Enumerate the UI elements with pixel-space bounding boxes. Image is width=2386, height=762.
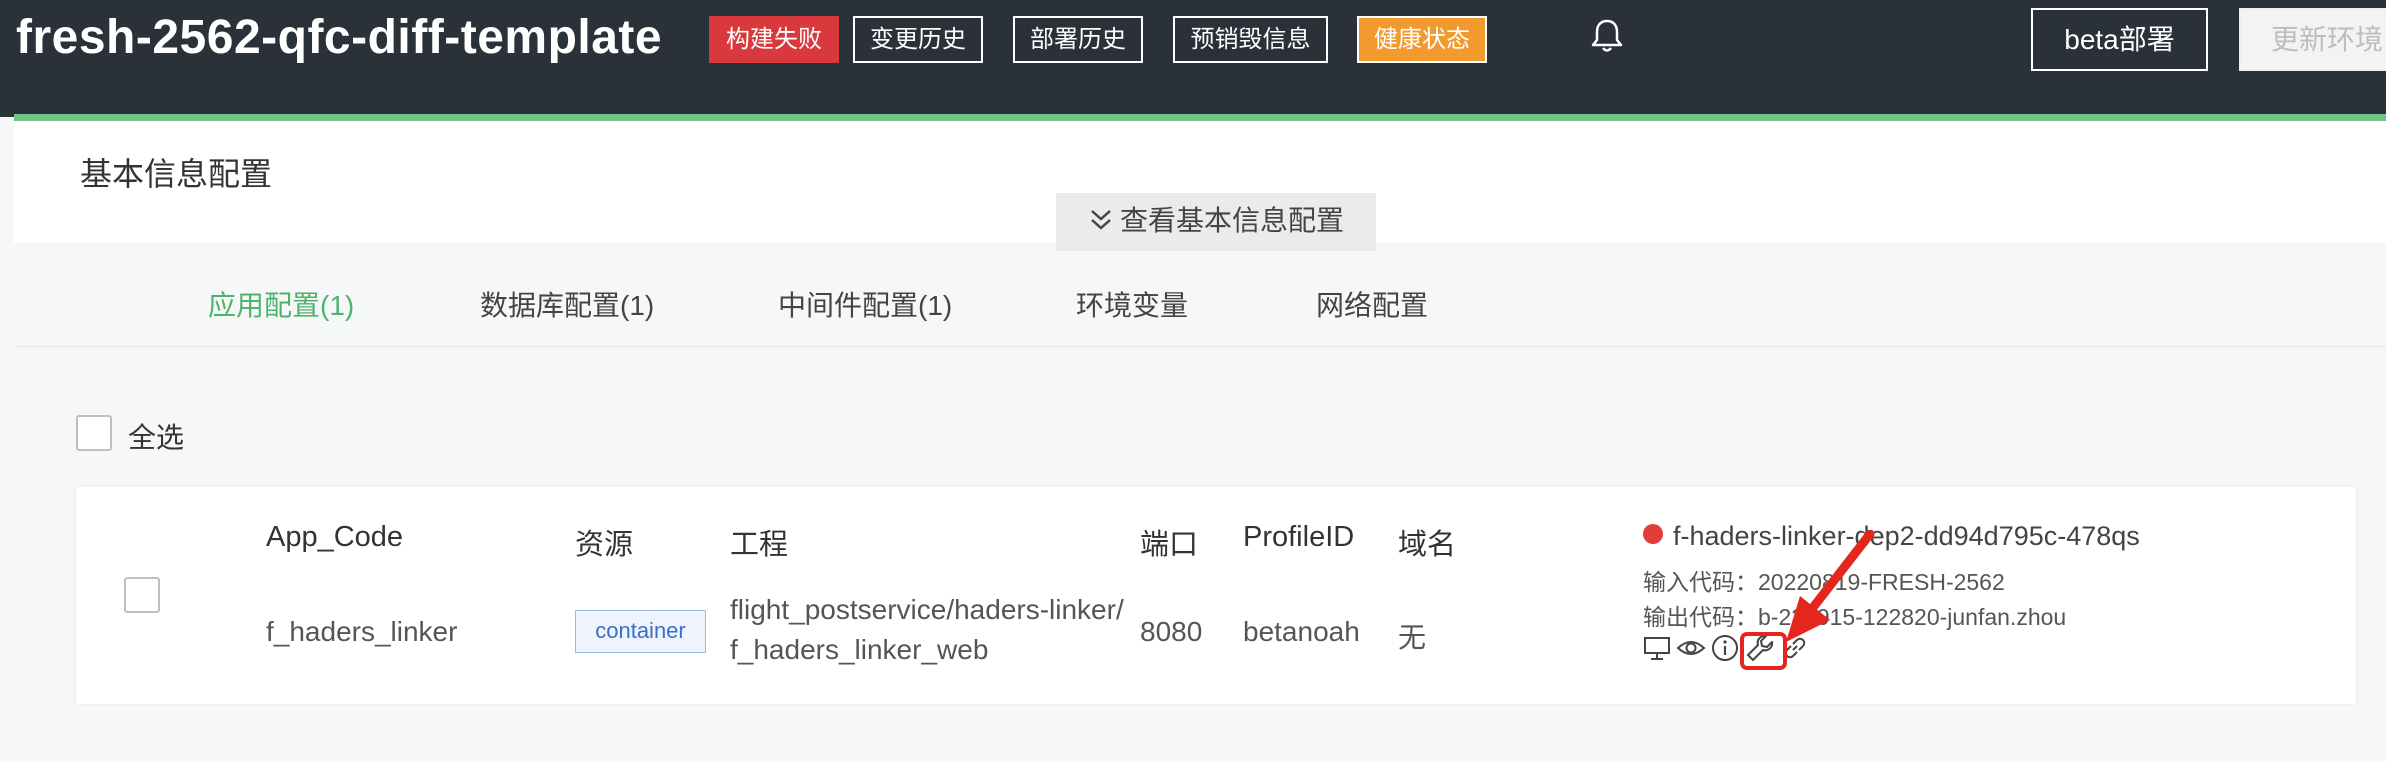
header-accent-line	[14, 114, 2386, 121]
beta-deploy-button[interactable]: beta部署	[2031, 8, 2208, 71]
header-app-code: App_Code	[266, 521, 404, 553]
info-icon[interactable]	[1710, 633, 1740, 663]
port-value: 8080	[1140, 616, 1203, 647]
monitor-icon[interactable]	[1642, 633, 1672, 663]
tab-network-config[interactable]: 网络配置	[1316, 284, 1428, 324]
header-domain: 域名	[1398, 529, 1457, 561]
select-all-label: 全选	[128, 422, 185, 453]
header-bar: fresh-2562-qfc-diff-template 构建失败 变更历史 部…	[0, 0, 2386, 117]
update-env-button[interactable]: 更新环境	[2239, 8, 2386, 71]
project-path-line1: flight_postservice/haders-linker/	[730, 594, 1124, 625]
change-history-button[interactable]: 变更历史	[853, 16, 983, 63]
config-tabs: 应用配置(1) 数据库配置(1) 中间件配置(1) 环境变量 网络配置	[14, 270, 2386, 347]
project-path-line2: f_haders_linker_web	[730, 634, 989, 665]
header-port: 端口	[1140, 529, 1199, 561]
status-dot	[1643, 524, 1663, 544]
build-failed-badge[interactable]: 构建失败	[709, 16, 839, 63]
pod-name[interactable]: f-haders-linker-dep2-dd94d795c-478qs	[1643, 521, 2140, 552]
domain-value: 无	[1398, 622, 1427, 653]
tab-env-variables[interactable]: 环境变量	[1076, 284, 1188, 324]
select-all-checkbox[interactable]	[76, 415, 112, 451]
basic-info-label: 基本信息配置	[80, 156, 273, 192]
tab-middleware-config[interactable]: 中间件配置(1)	[778, 284, 952, 324]
header-project: 工程	[730, 529, 789, 561]
view-basic-info-label: 查看基本信息配置	[1119, 205, 1344, 236]
profile-id-value: betanoah	[1243, 616, 1360, 647]
app-row-card: App_Code 资源 工程 端口 ProfileID 域名 f_haders_…	[76, 487, 2356, 704]
header-profile-id: ProfileID	[1243, 521, 1355, 553]
eye-icon[interactable]	[1676, 633, 1706, 663]
health-status-button[interactable]: 健康状态	[1357, 16, 1487, 63]
annotation-arrow-icon	[1786, 530, 1875, 642]
tab-database-config[interactable]: 数据库配置(1)	[480, 284, 654, 324]
predestroy-info-button[interactable]: 预销毁信息	[1173, 16, 1328, 63]
deploy-history-button[interactable]: 部署历史	[1013, 16, 1143, 63]
page-title: fresh-2562-qfc-diff-template	[16, 11, 663, 64]
tab-app-config[interactable]: 应用配置(1)	[208, 284, 354, 324]
resource-tag: container	[575, 610, 706, 653]
app-code-value: f_haders_linker	[266, 616, 458, 647]
view-basic-info-toggle[interactable]: 查看基本信息配置	[1056, 193, 1376, 251]
pod-name-text: f-haders-linker-dep2-dd94d795c-478qs	[1673, 521, 2140, 551]
double-chevron-down-icon	[1091, 210, 1111, 230]
row-checkbox[interactable]	[124, 577, 160, 613]
bell-icon[interactable]	[1590, 18, 1624, 54]
header-resource: 资源	[575, 529, 634, 561]
